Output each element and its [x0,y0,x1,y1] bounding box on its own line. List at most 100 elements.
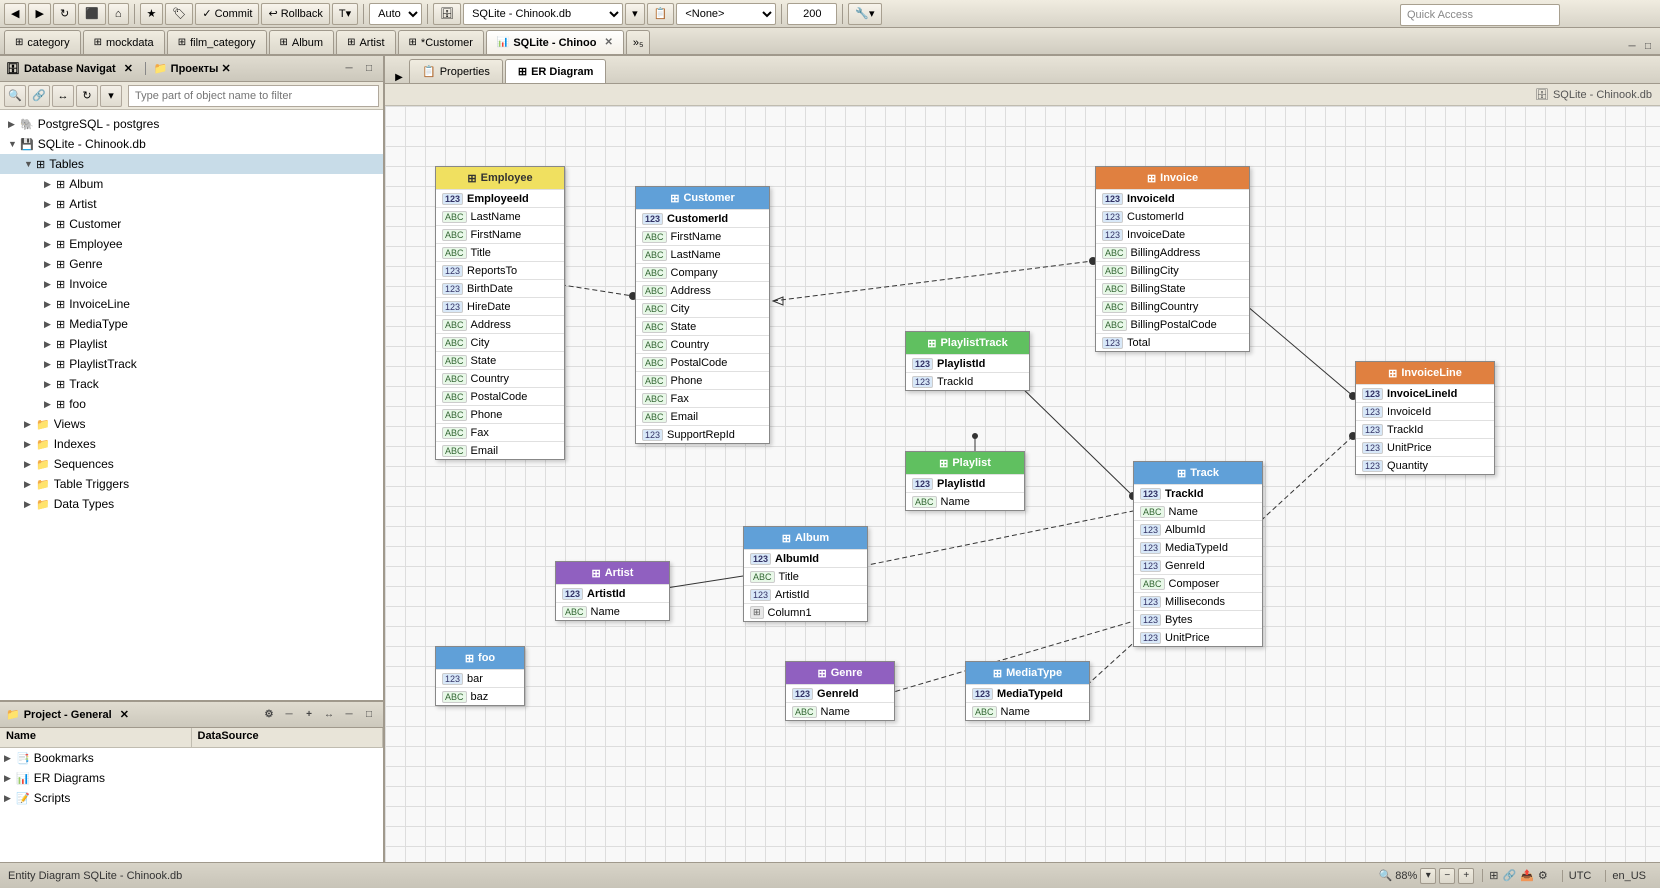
er-table-artist[interactable]: ⊞ Artist 123 ArtistId ABC Name [555,561,670,621]
home-btn[interactable]: ⌂ [108,3,129,25]
tab-customer[interactable]: ⊞ *Customer [398,30,484,54]
tab-album-icon: ⊞ [280,37,288,48]
transaction-mode-select[interactable]: Auto [369,3,422,25]
tree-item-postgres[interactable]: ▶ 🐘 PostgreSQL - postgres [0,114,383,134]
refresh-btn[interactable]: ↻ [53,3,76,25]
commit-btn[interactable]: ✓ Commit [195,3,259,25]
tree-item-indexes[interactable]: ▶ 📁 Indexes [0,434,383,454]
project-erdiagrams-label: ER Diagrams [34,771,105,785]
er-table-album[interactable]: ⊞ Album 123 AlbumId ABC Title 123 Artist… [743,526,868,622]
bookmark-btn[interactable]: ★ [140,3,164,25]
project-table: ▶ 📑 Bookmarks ▶ 📊 ER Diagrams ▶ 📝 Script… [0,748,383,862]
er-nav-arrow[interactable]: ▶ [389,72,409,83]
project-row-erdiagrams[interactable]: ▶ 📊 ER Diagrams [0,768,383,788]
project-icon: 📁 [6,708,20,721]
tree-item-sqlite[interactable]: ▼ 💾 SQLite - Chinook.db [0,134,383,154]
zoom-out-btn[interactable]: − [1439,868,1455,884]
rollback-btn[interactable]: ↩ Rollback [261,3,329,25]
tabbar-maximize[interactable]: □ [1640,38,1656,54]
nav-collapse-btn[interactable]: ▾ [100,85,122,107]
nav-forward-btn[interactable]: ▶ [28,3,50,25]
er-table-mediatype[interactable]: ⊞ MediaType 123 MediaTypeId ABC Name [965,661,1090,721]
tab-more-btn[interactable]: »₅ [626,30,651,54]
tab-mockdata-icon: ⊞ [94,37,102,48]
nav-sync-btn[interactable]: ↔ [52,85,74,107]
tree-item-invoice[interactable]: ▶ ⊞ Invoice [0,274,383,294]
project-maximize-btn[interactable]: □ [361,707,377,723]
tools-btn[interactable]: 🔧▾ [848,3,881,25]
track-row-genreid: 123 GenreId [1134,556,1262,574]
er-tab-diagram[interactable]: ⊞ ER Diagram [505,59,607,83]
tab-category[interactable]: ⊞ category [4,30,81,54]
project-sync-btn[interactable]: ↔ [321,707,337,723]
tag-btn[interactable]: 🏷 [165,3,193,25]
project-row-bookmarks[interactable]: ▶ 📑 Bookmarks [0,748,383,768]
project-settings-btn[interactable]: ⚙ [261,707,277,723]
tree-item-views[interactable]: ▶ 📁 Views [0,414,383,434]
project-add-btn[interactable]: + [301,707,317,723]
tree-item-sequences[interactable]: ▶ 📁 Sequences [0,454,383,474]
er-table-playlisttrack[interactable]: ⊞ PlaylistTrack 123 PlaylistId 123 Track… [905,331,1030,391]
nav-filter-btn[interactable]: 🔍 [4,85,26,107]
nav-refresh-btn[interactable]: ↻ [76,85,98,107]
db-select[interactable]: SQLite - Chinook.db [463,3,623,25]
tree-item-album[interactable]: ▶ ⊞ Album [0,174,383,194]
mediatype-row-name: ABC Name [966,702,1089,720]
invoice-row-customerid: 123 CustomerId [1096,207,1249,225]
project-row-scripts[interactable]: ▶ 📝 Scripts [0,788,383,808]
tab-sqlite-chinook-close[interactable]: ✕ [604,37,612,48]
project-bookmarks-label: Bookmarks [34,751,94,765]
tab-sqlite-chinook[interactable]: 📊 SQLite - Chinoo ✕ [486,30,624,54]
mediatype-row-id: 123 MediaTypeId [966,684,1089,702]
quick-access-box[interactable]: Quick Access [1400,4,1560,26]
er-table-invoiceline[interactable]: ⊞ InvoiceLine 123 InvoiceLineId 123 Invo… [1355,361,1495,475]
employee-row-city: ABC City [436,333,564,351]
er-table-playlist[interactable]: ⊞ Playlist 123 PlaylistId ABC Name [905,451,1025,511]
er-table-customer[interactable]: ⊞ Customer 123 CustomerId ABC FirstName … [635,186,770,444]
db-dropdown-btn[interactable]: ▾ [625,3,645,25]
schema-select[interactable]: <None> [676,3,776,25]
er-table-invoice[interactable]: ⊞ Invoice 123 InvoiceId 123 CustomerId 1… [1095,166,1250,352]
er-table-foo[interactable]: ⊞ foo 123 bar ABC baz [435,646,525,706]
invoice-title: Invoice [1160,172,1198,184]
employee-row-lastname: ABC LastName [436,207,564,225]
er-canvas[interactable]: ⊞ Employee 123 EmployeeId ABC LastName A… [385,106,1660,862]
tree-item-foo[interactable]: ▶ ⊞ foo [0,394,383,414]
tab-mockdata-label: mockdata [106,37,154,49]
er-table-employee[interactable]: ⊞ Employee 123 EmployeeId ABC LastName A… [435,166,565,460]
nav-maximize-btn[interactable]: □ [361,61,377,77]
tab-artist[interactable]: ⊞ Artist [336,30,395,54]
tree-item-datatypes[interactable]: ▶ 📁 Data Types [0,494,383,514]
nav-back-btn[interactable]: ◀ [4,3,26,25]
er-table-track[interactable]: ⊞ Track 123 TrackId ABC Name 123 AlbumId… [1133,461,1263,647]
tabbar-minimize[interactable]: ─ [1624,38,1640,54]
tree-item-genre[interactable]: ▶ ⊞ Genre [0,254,383,274]
tree-item-playlist[interactable]: ▶ ⊞ Playlist [0,334,383,354]
tree-item-mediatype[interactable]: ▶ ⊞ MediaType [0,314,383,334]
tree-item-track[interactable]: ▶ ⊞ Track [0,374,383,394]
tree-item-customer[interactable]: ▶ ⊞ Customer [0,214,383,234]
project-collapse-btn[interactable]: ─ [281,707,297,723]
projects-tab[interactable]: 📁 Проекты ✕ [145,62,231,75]
tab-album[interactable]: ⊞ Album [269,30,335,54]
tree-item-playlisttrack[interactable]: ▶ ⊞ PlaylistTrack [0,354,383,374]
nav-link-btn[interactable]: 🔗 [28,85,50,107]
stop-btn[interactable]: ⬛ [78,3,106,25]
er-table-genre[interactable]: ⊞ Genre 123 GenreId ABC Name [785,661,895,721]
nav-minimize-btn[interactable]: ─ [341,61,357,77]
tree-item-artist[interactable]: ▶ ⊞ Artist [0,194,383,214]
tree-item-tables[interactable]: ▼ ⊞ Tables [0,154,383,174]
tree-item-employee[interactable]: ▶ ⊞ Employee [0,234,383,254]
zoom-in-btn[interactable]: + [1458,868,1474,884]
format-btn[interactable]: T▾ [332,3,358,25]
tree-item-invoiceline[interactable]: ▶ ⊞ InvoiceLine [0,294,383,314]
tab-film-category[interactable]: ⊞ film_category [167,30,267,54]
project-minimize-btn[interactable]: ─ [341,707,357,723]
project-close-icon[interactable]: ✕ [120,708,129,721]
tree-item-tabletriggers[interactable]: ▶ 📁 Table Triggers [0,474,383,494]
zoom-dropdown-btn[interactable]: ▾ [1420,868,1436,884]
nav-search-input[interactable] [128,85,379,107]
er-tab-properties[interactable]: 📋 Properties [409,59,503,83]
tab-mockdata[interactable]: ⊞ mockdata [83,30,165,54]
zoom-input[interactable] [787,3,837,25]
